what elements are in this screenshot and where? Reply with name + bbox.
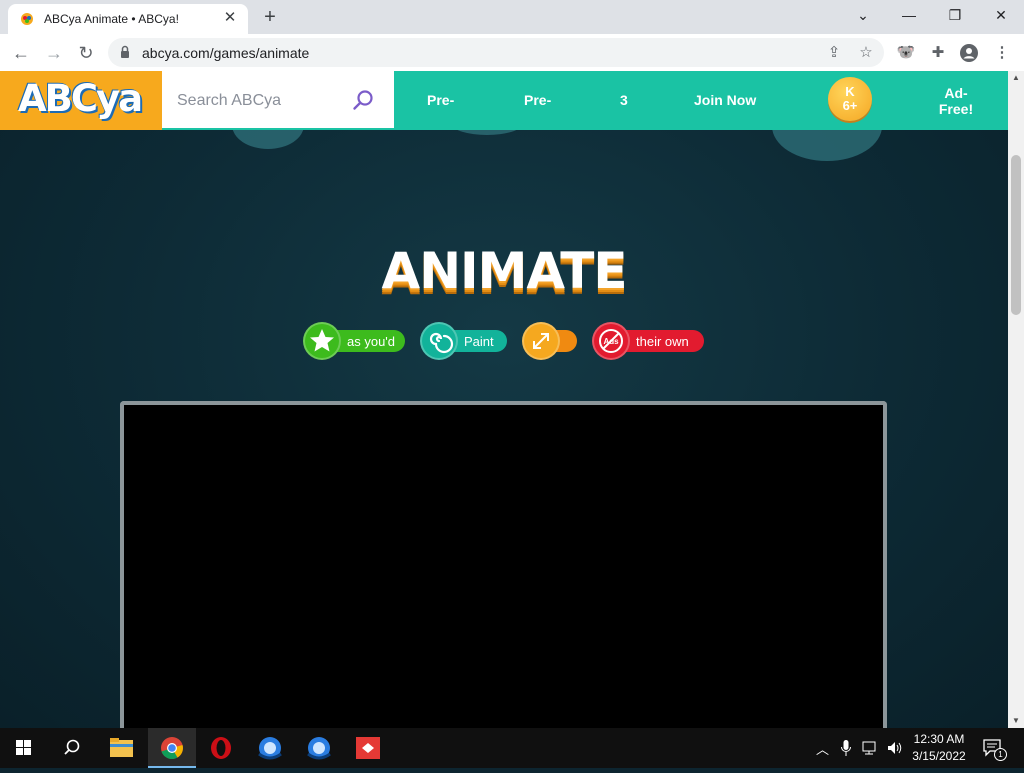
abcya-favicon-icon [21,13,33,25]
minimize-button[interactable]: — [886,0,932,30]
extension-koala-icon[interactable]: 🐨 [895,42,917,64]
extensions-puzzle-icon[interactable]: ✚ [927,42,949,64]
game-canvas[interactable] [120,401,887,728]
action-center-icon[interactable]: 1 [982,737,1007,761]
ad-free-link[interactable]: Ad-Free! [934,85,978,117]
logo-text: ABCya [18,77,143,120]
tab-title: ABCya Animate • ABCya! [44,12,179,26]
url-text: abcya.com/games/animate [142,45,310,61]
tab-search-chevron-icon[interactable]: ⌄ [840,0,886,30]
nav-link-pre-k[interactable]: Pre- [427,92,454,108]
volume-icon[interactable] [886,740,904,756]
restore-button[interactable]: ❐ [932,0,978,30]
star-icon [303,322,341,360]
nav-link-3[interactable]: 3 [620,92,628,108]
feature-badge-fullscreen [522,322,577,360]
opera-icon[interactable] [197,728,245,768]
game-title: ANIMATE [381,242,628,300]
feature-label: as you'd [347,334,396,349]
clock-time: 12:30 AM [913,732,965,746]
browser-tab[interactable]: ABCya Animate • ABCya! ✕ [8,4,248,34]
search-input[interactable]: Search ABCya [162,71,394,130]
forward-arrow-icon[interactable]: → [40,39,68,67]
grade-badge-bottom: 6+ [842,98,858,113]
system-clock[interactable]: 12:30 AM 3/15/2022 [905,731,973,765]
browser-toolbar: ← → ↻ abcya.com/games/animate ⇪ ☆ 🐨 ✚ ⋮ [0,34,1024,72]
site-header: ABCya Search ABCya Pre- Pre- 3 Join Now … [0,71,1008,130]
app-icon-blue-2[interactable] [295,728,343,768]
file-explorer-icon[interactable] [98,728,146,768]
search-placeholder: Search ABCya [177,92,282,109]
scroll-down-arrow-icon[interactable]: ▼ [1008,714,1024,728]
browser-tab-strip: ABCya Animate • ABCya! ✕ + ⌄ — ❐ ✕ [0,0,1024,34]
grade-badge-top: K [845,84,855,99]
app-icon-red[interactable] [344,728,392,768]
clock-date: 3/15/2022 [912,749,966,763]
search-icon[interactable] [352,89,374,111]
app-icon-blue-1[interactable] [246,728,294,768]
feature-badge-star: as you'd [303,322,405,360]
new-tab-button[interactable]: + [258,6,282,28]
search-icon[interactable] [48,728,96,768]
no-ads-icon: Ads [592,322,630,360]
notification-count-badge: 1 [994,748,1007,761]
bookmark-star-icon[interactable]: ☆ [856,43,876,63]
share-icon[interactable]: ⇪ [824,43,844,63]
windows-taskbar: ︿ 12:30 AM 3/15/2022 1 [0,728,1024,768]
feature-label: Paint [464,334,494,349]
reload-icon[interactable]: ↻ [72,39,100,67]
close-window-button[interactable]: ✕ [978,0,1024,30]
feature-badge-no-ads: Ads their own [592,322,704,360]
show-hidden-icons-chevron-icon[interactable]: ︿ [816,739,829,758]
back-arrow-icon[interactable]: ← [7,39,35,67]
scroll-up-arrow-icon[interactable]: ▲ [1008,71,1024,85]
more-menu-icon[interactable]: ⋮ [991,42,1013,64]
feature-badge-paint: Paint [420,322,507,360]
scrollbar-thumb[interactable] [1011,155,1021,315]
lock-icon [121,45,129,58]
web-page: ABCya Search ABCya Pre- Pre- 3 Join Now … [0,71,1008,728]
fullscreen-icon[interactable] [522,322,560,360]
svg-text:Ads: Ads [603,337,619,346]
microphone-icon[interactable] [840,739,852,757]
page-scrollbar[interactable]: ▲ ▼ [1008,71,1024,728]
feature-label: their own [636,334,689,349]
join-now-link[interactable]: Join Now [694,92,756,108]
chrome-icon[interactable] [148,728,196,768]
abcya-logo[interactable]: ABCya [0,71,162,130]
windows-start-icon[interactable] [0,728,48,768]
address-bar[interactable]: abcya.com/games/animate ⇪ ☆ [108,38,884,67]
nav-link-pre-2[interactable]: Pre- [524,92,551,108]
swirl-icon [420,322,458,360]
network-icon[interactable] [862,740,880,756]
grade-badge-k-6[interactable]: K 6+ [828,77,872,121]
profile-avatar-icon[interactable] [958,42,980,64]
tab-close-icon[interactable]: ✕ [220,8,240,28]
